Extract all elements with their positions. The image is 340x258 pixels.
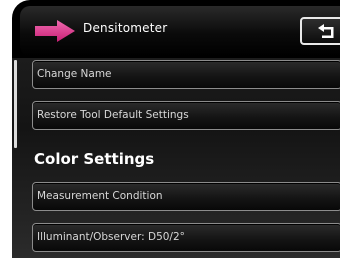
change-name-button[interactable]: Change Name [32, 60, 340, 89]
measurement-condition-button[interactable]: Measurement Condition [32, 182, 340, 211]
restore-defaults-button[interactable]: Restore Tool Default Settings [32, 101, 340, 130]
illuminant-observer-button[interactable]: Illuminant/Observer: D50/2° [32, 223, 340, 252]
scrollbar[interactable] [14, 60, 17, 148]
return-arrow-icon [318, 24, 334, 38]
section-title-color-settings: Color Settings [34, 150, 155, 168]
restore-defaults-label: Restore Tool Default Settings [37, 109, 189, 121]
measurement-condition-label: Measurement Condition [37, 190, 163, 202]
header-bar: Densitometer [20, 6, 340, 56]
device-screen: Densitometer Change Name Restore Tool De… [12, 0, 340, 258]
change-name-label: Change Name [37, 68, 112, 80]
settings-panel: Change Name Restore Tool Default Setting… [12, 58, 340, 258]
back-button[interactable] [300, 17, 340, 45]
illuminant-observer-label: Illuminant/Observer: D50/2° [37, 231, 185, 243]
page-title: Densitometer [83, 21, 168, 35]
pink-arrow-icon [35, 20, 75, 42]
